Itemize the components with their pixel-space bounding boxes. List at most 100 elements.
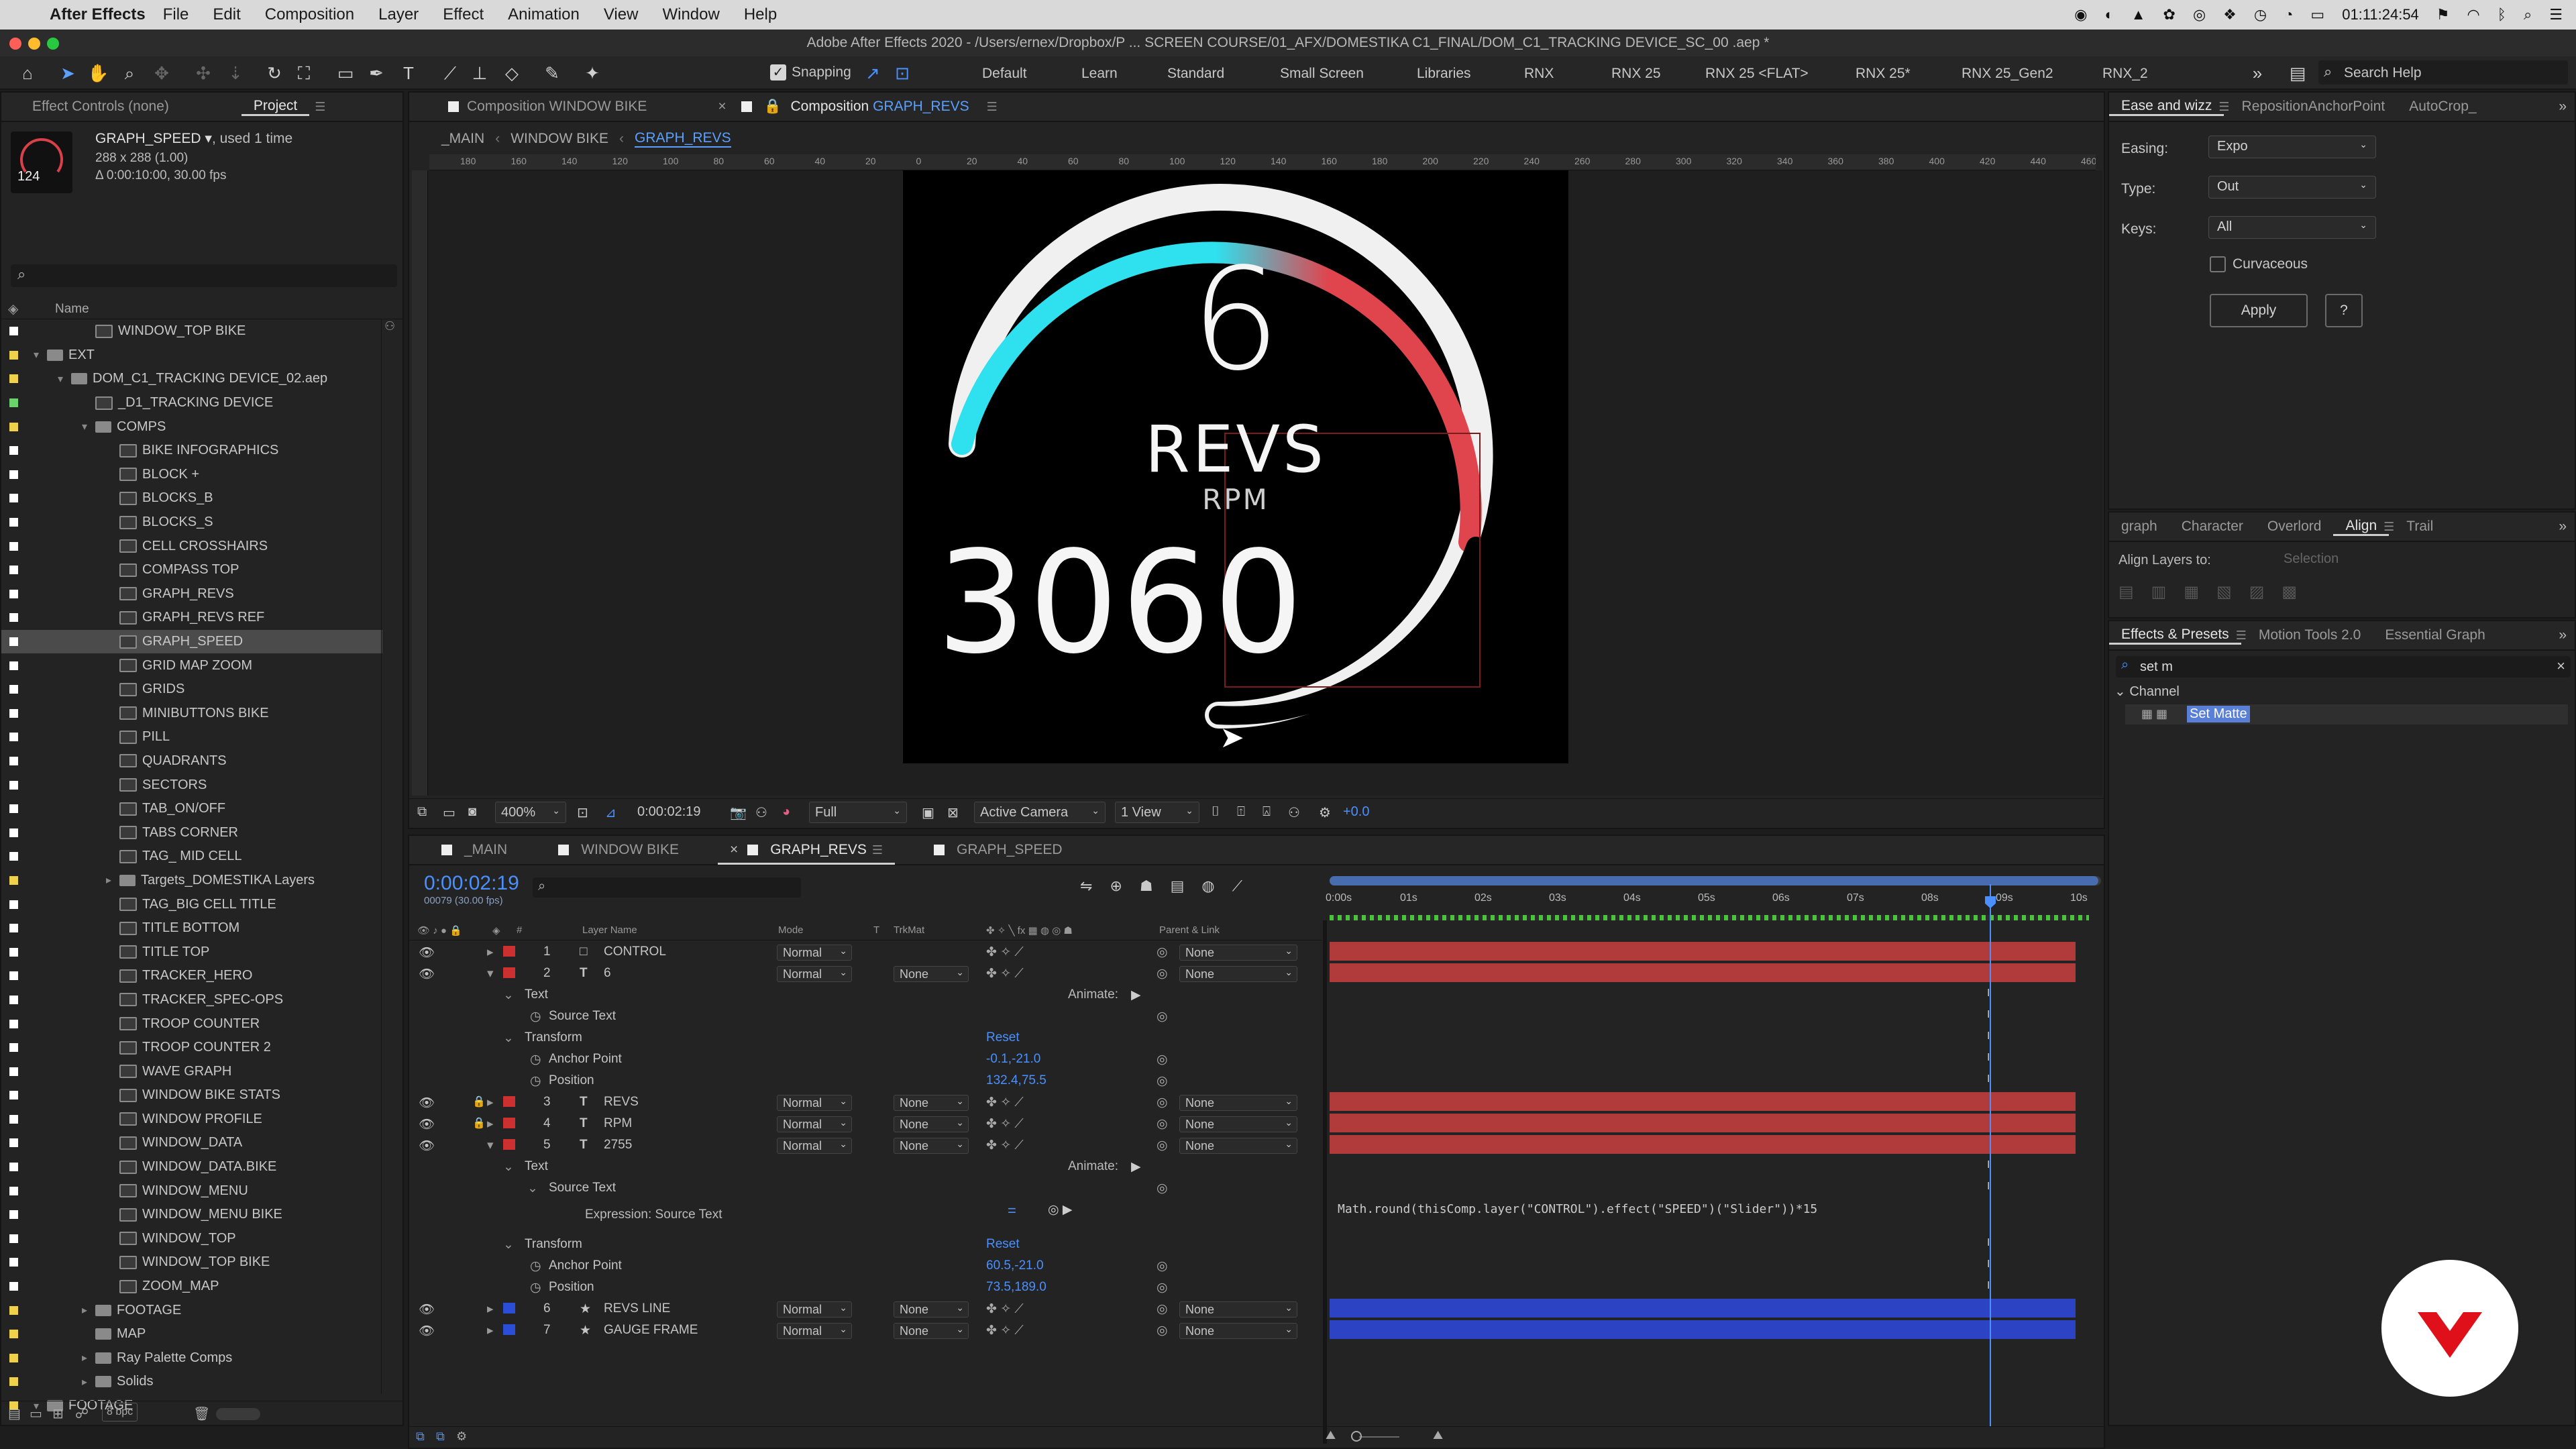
workspace-tab[interactable]: RNX 25*: [1856, 66, 1911, 82]
workspace-tab[interactable]: Libraries: [1417, 66, 1471, 82]
disclosure-icon[interactable]: ▾: [82, 420, 95, 433]
work-area-range[interactable]: [1330, 876, 2098, 885]
panel-tab[interactable]: Essential Graph: [2373, 627, 2497, 643]
project-item[interactable]: WINDOW_DATA.BIKE: [1, 1155, 382, 1179]
project-item[interactable]: ▸ Solids: [1, 1370, 382, 1394]
label-color-swatch[interactable]: [9, 541, 18, 551]
disclosure-icon[interactable]: ▸: [487, 1095, 494, 1110]
zoom-in-icon[interactable]: ⛰: [1433, 1428, 1443, 1442]
project-item[interactable]: GRID MAP ZOOM: [1, 653, 382, 678]
pick-whip-icon[interactable]: ◎: [1157, 1009, 1168, 1024]
expression-enable-toggle[interactable]: =: [1008, 1202, 1016, 1220]
shy-layers-icon[interactable]: ☗: [1140, 877, 1153, 895]
breadcrumb-window-bike[interactable]: WINDOW BIKE: [511, 131, 608, 147]
timeline-icon[interactable]: ⍓: [1263, 804, 1271, 820]
label-color-swatch[interactable]: [9, 566, 18, 575]
panel-tab[interactable]: Trail: [2394, 519, 2445, 535]
orbit-tool-icon[interactable]: ✥: [152, 63, 172, 83]
lock-icon[interactable]: 🔒: [764, 99, 782, 114]
flag-icon[interactable]: ⚑: [2436, 6, 2450, 23]
zoom-out-icon[interactable]: ⛰: [1326, 1428, 1336, 1442]
stopwatch-icon[interactable]: ◷: [530, 1073, 541, 1089]
label-color-swatch[interactable]: [9, 398, 18, 408]
project-item[interactable]: WINDOW_TOP BIKE: [1, 319, 382, 343]
puppet-tool-icon[interactable]: ✦: [582, 63, 602, 83]
layer-duration-bar[interactable]: [1330, 963, 2076, 982]
status-icon[interactable]: ▲: [2131, 6, 2146, 23]
project-item[interactable]: ▸ Targets_DOMESTIKA Layers: [1, 869, 382, 893]
blend-mode-dropdown[interactable]: Normal ⌄: [777, 1116, 852, 1132]
control-center-icon[interactable]: ☰: [2549, 6, 2563, 23]
reset-exposure-icon[interactable]: ⚙: [1319, 804, 1331, 821]
track-matte-dropdown[interactable]: None ⌄: [894, 1116, 969, 1132]
panel-menu-icon[interactable]: ☰: [2218, 100, 2229, 114]
label-color-swatch[interactable]: [9, 875, 18, 885]
zoom-tool-icon[interactable]: ⌕: [119, 63, 140, 83]
project-item[interactable]: TROOP COUNTER: [1, 1012, 382, 1036]
modes-toggle-icon[interactable]: ⧉: [436, 1430, 445, 1444]
panel-tab[interactable]: AutoCrop_: [2397, 99, 2488, 115]
project-item[interactable]: TAB_ON/OFF: [1, 797, 382, 821]
disclosure-icon[interactable]: ▸: [487, 1301, 494, 1317]
status-icon[interactable]: ◉: [2074, 6, 2087, 23]
eraser-tool-icon[interactable]: ◇: [502, 63, 522, 83]
label-color-swatch[interactable]: [9, 1258, 18, 1267]
property-value[interactable]: -0.1,-21.0: [986, 1052, 1040, 1067]
disclosure-icon[interactable]: ▾: [34, 348, 47, 362]
snap-features-icon[interactable]: ⊡: [892, 63, 912, 83]
label-color-swatch[interactable]: [9, 1067, 18, 1076]
disclosure-icon[interactable]: ▸: [82, 1303, 95, 1317]
visibility-eye-icon[interactable]: 👁: [419, 1095, 435, 1111]
new-folder-icon[interactable]: ▭: [30, 1405, 42, 1422]
trash-icon[interactable]: 🗑: [193, 1405, 210, 1422]
project-item[interactable]: TABS CORNER: [1, 820, 382, 845]
panel-tab[interactable]: Motion Tools 2.0: [2247, 627, 2373, 643]
visibility-eye-icon[interactable]: 👁: [419, 1116, 435, 1132]
graph-editor-icon[interactable]: ⟋: [1232, 877, 1242, 895]
playhead-line[interactable]: [1990, 884, 1991, 1426]
workspace-tab[interactable]: Learn: [1081, 66, 1118, 82]
stopwatch-icon[interactable]: ◷: [530, 1280, 541, 1295]
project-item[interactable]: ▸ Ray Palette Comps: [1, 1346, 382, 1371]
label-color-swatch[interactable]: [503, 1096, 515, 1107]
disclosure-icon[interactable]: ▸: [82, 1351, 95, 1364]
panel-tab[interactable]: Ease and wizz: [2109, 98, 2224, 116]
label-color-swatch[interactable]: [9, 995, 18, 1004]
label-color-swatch[interactable]: [9, 828, 18, 837]
monitor-icon[interactable]: ▭: [443, 804, 455, 821]
layer-row[interactable]: 👁 ▾ 2 T 6 Normal ⌄ None ⌄ ✤ ✧ ⟋ ◎ None ⌄: [409, 962, 2076, 983]
help-button[interactable]: ?: [2325, 294, 2363, 327]
selection-tool-icon[interactable]: ➤: [58, 63, 78, 83]
project-item[interactable]: WINDOW_DATA: [1, 1131, 382, 1155]
track-matte-dropdown[interactable]: None ⌄: [894, 1323, 969, 1339]
pick-whip-icon[interactable]: ◎: [1157, 1258, 1168, 1274]
project-item[interactable]: ▾ EXT: [1, 343, 382, 368]
menu-composition[interactable]: Composition: [265, 5, 354, 24]
chevron-down-icon[interactable]: ⌄: [503, 1030, 514, 1046]
panel-tab[interactable]: Character: [2169, 519, 2255, 535]
label-color-swatch[interactable]: [503, 1303, 515, 1313]
effect-item-set-matte[interactable]: ▦ ▦ Set Matte: [2125, 704, 2568, 724]
panel-menu-icon[interactable]: ☰: [2236, 629, 2247, 643]
workspace-tab[interactable]: RNX 25 <FLAT>: [1705, 66, 1809, 82]
tab-window-bike[interactable]: Composition WINDOW BIKE: [436, 99, 659, 115]
curvaceous-checkbox[interactable]: [2210, 256, 2226, 272]
project-item[interactable]: SECTORS: [1, 773, 382, 797]
property-value[interactable]: 73.5,189.0: [986, 1280, 1046, 1295]
workspace-tab[interactable]: Default: [982, 66, 1027, 82]
layer-name[interactable]: 2755: [604, 1138, 632, 1152]
panel-menu-icon[interactable]: ☰: [2383, 520, 2394, 534]
project-item[interactable]: _D1_TRACKING DEVICE: [1, 391, 382, 415]
layer-switches[interactable]: ✤ ✧ ⟋: [986, 1138, 1024, 1153]
workspace-tab[interactable]: RNX 25: [1611, 66, 1661, 82]
more-tabs-icon[interactable]: »: [2559, 627, 2567, 643]
project-item[interactable]: CELL CROSSHAIRS: [1, 534, 382, 558]
label-color-swatch[interactable]: [9, 470, 18, 479]
property-row[interactable]: ⌄ Text Animate: ▶ I: [409, 983, 1990, 1005]
stopwatch-icon[interactable]: ◷: [530, 1258, 541, 1274]
breadcrumb-main[interactable]: _MAIN: [441, 131, 484, 147]
layer-switches-toggle-icon[interactable]: ⧉: [416, 1430, 425, 1444]
disclosure-icon[interactable]: ▸: [82, 1375, 95, 1389]
more-tabs-icon[interactable]: »: [2559, 99, 2567, 115]
status-icon[interactable]: ◐: [2104, 6, 2113, 23]
